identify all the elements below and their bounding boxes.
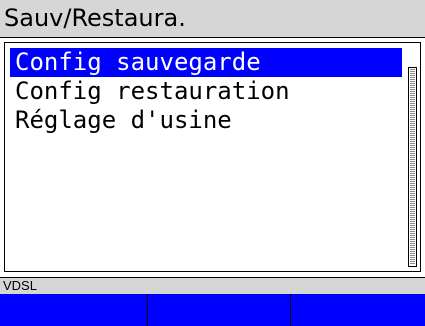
status-bar: VDSL: [0, 277, 425, 294]
scrollbar-thumb[interactable]: [410, 69, 415, 265]
softkey-bar: [0, 294, 425, 326]
softkey-1[interactable]: [0, 294, 148, 326]
softkey-3[interactable]: [291, 294, 425, 326]
menu-panel: Config sauvegarde Config restauration Ré…: [4, 42, 421, 272]
page-title: Sauv/Restaura.: [0, 0, 425, 38]
scrollbar[interactable]: [408, 67, 417, 267]
menu-item-config-restauration[interactable]: Config restauration: [10, 77, 402, 106]
softkey-2[interactable]: [148, 294, 291, 326]
menu-item-reglage-usine[interactable]: Réglage d'usine: [10, 106, 402, 135]
menu-item-config-sauvegarde[interactable]: Config sauvegarde: [10, 48, 402, 77]
